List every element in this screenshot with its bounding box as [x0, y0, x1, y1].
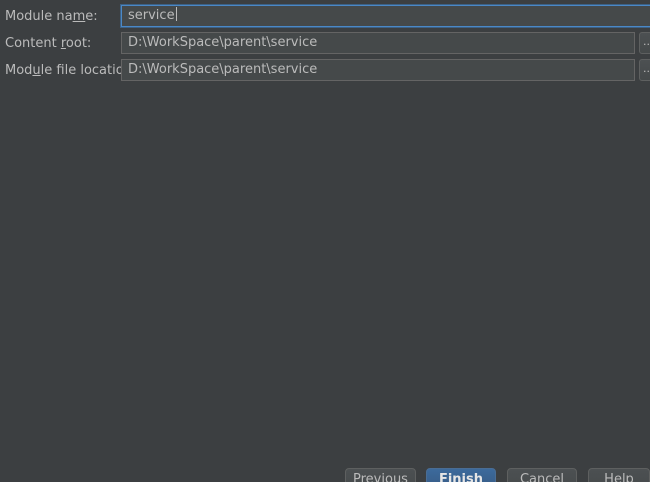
module-name-row: Module name: service	[0, 5, 650, 29]
module-name-input[interactable]: service	[121, 5, 650, 27]
finish-button[interactable]: Finish	[426, 468, 496, 482]
module-file-location-browse-button[interactable]: ...	[639, 59, 650, 81]
module-file-location-input[interactable]: D:\WorkSpace\parent\service	[121, 59, 635, 81]
help-button[interactable]: Help	[588, 468, 650, 482]
content-root-input[interactable]: D:\WorkSpace\parent\service	[121, 32, 635, 54]
module-file-location-label: Module file location:	[5, 63, 137, 78]
previous-button[interactable]: Previous	[345, 468, 416, 482]
content-root-label: Content root:	[5, 36, 92, 51]
content-root-row: Content root: D:\WorkSpace\parent\servic…	[0, 32, 650, 56]
text-caret	[175, 7, 177, 21]
module-name-label: Module name:	[5, 9, 98, 24]
module-file-location-row: Module file location: D:\WorkSpace\paren…	[0, 59, 650, 83]
content-root-browse-button[interactable]: ...	[639, 32, 650, 54]
cancel-button[interactable]: Cancel	[507, 468, 577, 482]
new-module-dialog: Module name: service Content root: D:\Wo…	[0, 0, 650, 482]
